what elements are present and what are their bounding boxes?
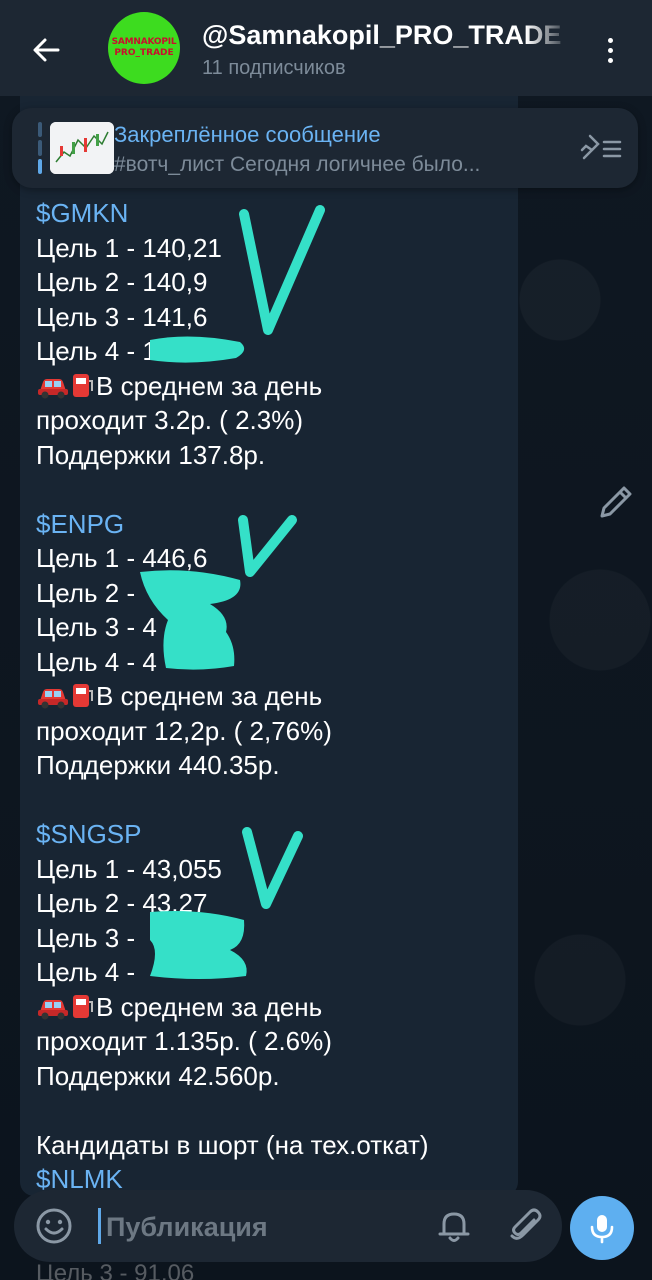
average-label: В среднем за день <box>96 991 323 1022</box>
ticker-enpg[interactable]: $ENPG <box>36 507 506 542</box>
pinned-title: Закреплённое сообщение <box>114 122 381 147</box>
target-line: Цель 1 - 43,055 <box>36 853 222 884</box>
next-message-peek: Цель 3 - 91,06 <box>36 1260 195 1280</box>
average-label: В среднем за день <box>96 370 323 401</box>
target-line: Цель 4 - <box>36 957 136 987</box>
car-emoji-icon <box>38 999 68 1019</box>
silent-broadcast-button[interactable] <box>434 1206 474 1246</box>
support-line: Поддержки 42.560р. <box>36 1060 280 1091</box>
pencil-icon <box>600 486 632 518</box>
target-line: Цель 2 - <box>36 577 136 608</box>
message-text: $GMKN Цель 1 - 140,21 Цель 2 - 140,9 Цел… <box>36 196 506 1197</box>
avatar-text-line1: SAMNAKOPIL <box>111 37 177 47</box>
dot <box>607 57 613 63</box>
channel-name[interactable]: @Samnakopil_PRO_TRADE <box>202 20 570 51</box>
dot <box>607 37 613 43</box>
target-line: Цель 2 - 43,27 <box>36 888 208 918</box>
fuel-pump-emoji-icon <box>73 373 93 397</box>
unpin-icon <box>580 134 622 160</box>
chart-thumbnail-icon <box>50 122 114 174</box>
unpin-button[interactable] <box>578 132 622 164</box>
target-line: Цель 4 - 4 <box>36 646 157 677</box>
target-line: Цель 4 - 1 <box>36 336 157 366</box>
ticker-gmkn[interactable]: $GMKN <box>36 196 506 231</box>
attach-button[interactable] <box>506 1206 546 1246</box>
average-value: проходит 1.135р. ( 2.6%) <box>36 1026 332 1056</box>
target-line: Цель 3 - 141,6 <box>36 301 208 332</box>
pinned-message-bar[interactable]: Закреплённое сообщение #вотч_лист Сегодн… <box>12 108 638 188</box>
support-line: Поддержки 440.35р. <box>36 750 280 780</box>
arrow-left-icon <box>33 38 60 62</box>
target-line: Цель 2 - 140,9 <box>36 267 208 297</box>
pinned-thumbnail <box>50 122 114 174</box>
message-composer <box>14 1190 562 1262</box>
support-line: Поддержки 137.8р. <box>36 439 266 470</box>
text-caret <box>98 1208 101 1244</box>
back-button[interactable] <box>24 28 68 72</box>
target-line: Цель 1 - 140,21 <box>36 232 222 263</box>
pinned-preview: #вотч_лист Сегодня логичнее было... <box>114 153 481 176</box>
average-value: проходит 3.2р. ( 2.3%) <box>36 405 303 435</box>
chat-header: SAMNAKOPIL PRO_TRADE @Samnakopil_PRO_TRA… <box>0 0 652 96</box>
channel-avatar[interactable]: SAMNAKOPIL PRO_TRADE <box>108 12 180 84</box>
pinned-indicator <box>38 122 42 174</box>
ticker-sngsp[interactable]: $SNGSP <box>36 817 506 852</box>
subscriber-count: 11 подписчиков <box>202 57 346 79</box>
fuel-pump-emoji-icon <box>73 994 93 1018</box>
car-emoji-icon <box>38 378 68 398</box>
average-line: В среднем за день <box>36 369 506 404</box>
shorts-label: Кандидаты в шорт (на тех.откат) <box>36 1129 429 1160</box>
paperclip-icon <box>510 1208 542 1240</box>
target-line: Цель 3 - 4 <box>36 612 157 642</box>
average-line: В среднем за день <box>36 679 506 714</box>
edit-button[interactable] <box>594 480 638 524</box>
message-input[interactable] <box>106 1210 426 1244</box>
voice-record-button[interactable] <box>570 1196 634 1260</box>
avatar-text-line2: PRO_TRADE <box>114 48 174 58</box>
smiley-icon <box>36 1208 72 1244</box>
target-line: Цель 3 - <box>36 922 136 953</box>
emoji-button[interactable] <box>34 1206 74 1246</box>
dot <box>607 47 613 53</box>
more-menu-button[interactable] <box>596 30 624 70</box>
average-label: В среднем за день <box>96 681 323 711</box>
average-line: В среднем за день <box>36 990 506 1025</box>
bell-icon <box>438 1212 470 1242</box>
microphone-icon <box>590 1215 614 1244</box>
target-line: Цель 1 - 446,6 <box>36 543 208 573</box>
average-value: проходит 12,2р. ( 2,76%) <box>36 715 332 746</box>
fuel-pump-emoji-icon <box>73 684 93 707</box>
car-emoji-icon <box>38 689 68 709</box>
